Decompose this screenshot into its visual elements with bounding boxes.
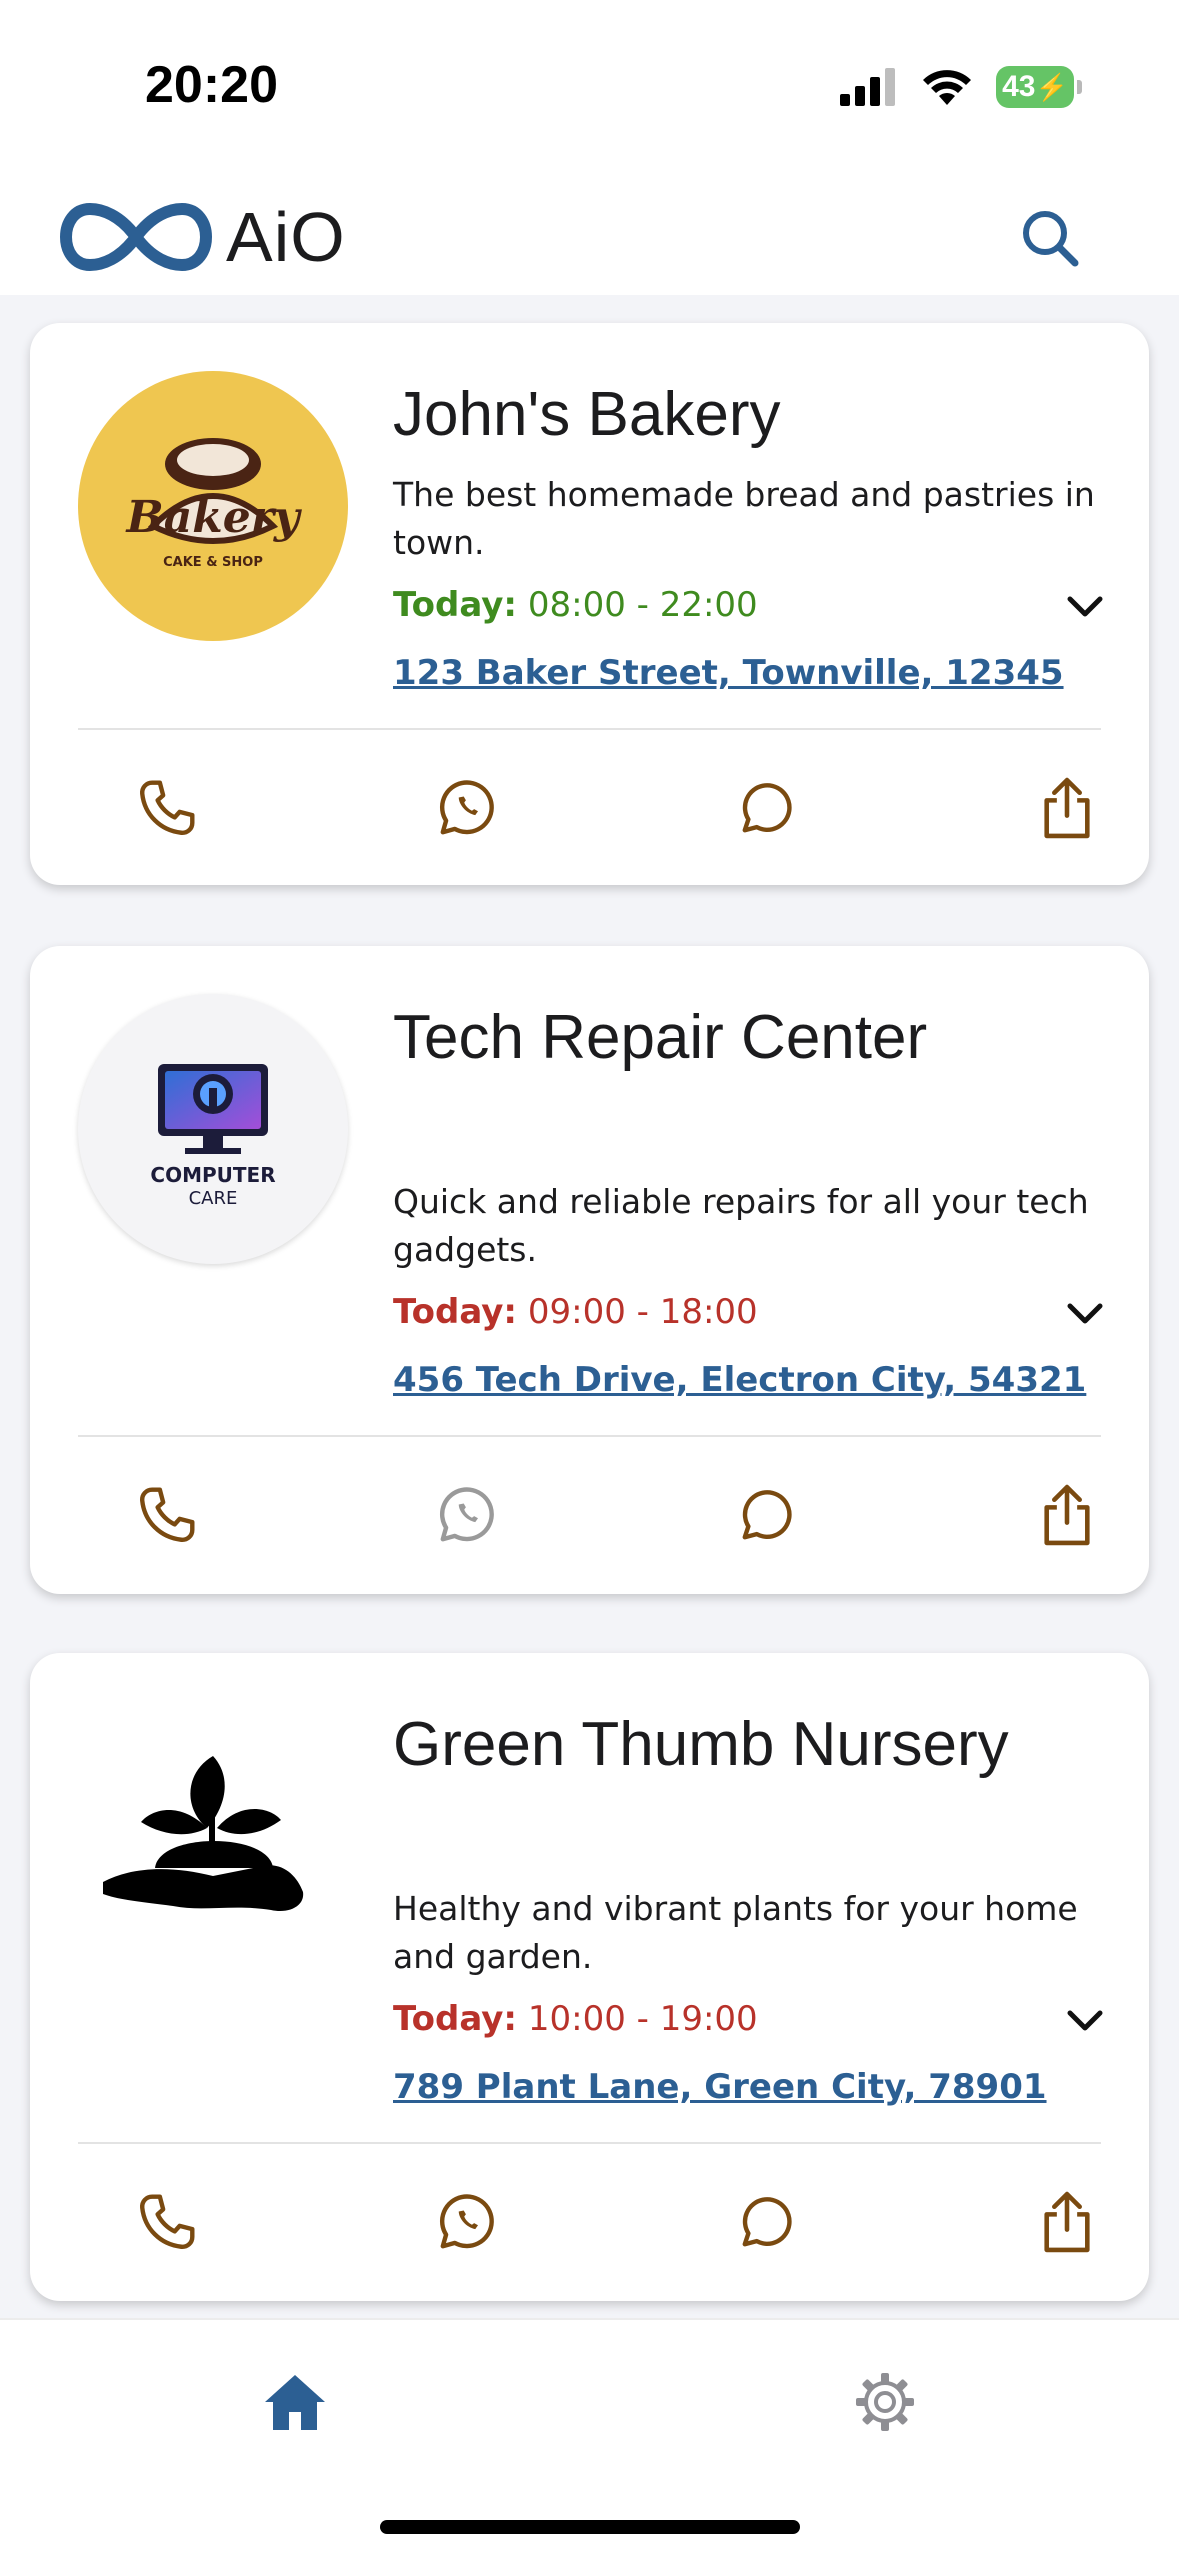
business-description: The best homemade bread and pastries in …: [393, 475, 1095, 562]
whatsapp-button-disabled: [422, 1470, 512, 1560]
phone-icon: [140, 780, 195, 835]
card-divider: [78, 2142, 1101, 2144]
whatsapp-icon: [440, 2194, 494, 2249]
hours-value: 10:00 - 19:00: [527, 1999, 758, 2039]
computer-care-logo-text: COMPUTER: [150, 1163, 275, 1187]
call-button[interactable]: [122, 1470, 212, 1560]
business-address-link[interactable]: 789 Plant Lane, Green City, 78901: [393, 2067, 1047, 2107]
share-button[interactable]: [1022, 2177, 1112, 2267]
whatsapp-button[interactable]: [422, 2177, 512, 2267]
whatsapp-button[interactable]: [422, 763, 512, 853]
share-icon: [1044, 777, 1090, 839]
hours-value: 08:00 - 22:00: [527, 585, 758, 625]
chevron-down-icon: [1067, 2010, 1103, 2031]
message-button[interactable]: [722, 763, 812, 853]
infinity-logo-icon: [60, 202, 212, 272]
signal-icon: [840, 68, 895, 106]
business-logo: [78, 1701, 348, 1971]
battery-indicator: 43 ⚡: [996, 66, 1082, 108]
card-actions: [30, 2177, 1149, 2267]
business-hours: Today: 10:00 - 19:00: [393, 1999, 758, 2039]
business-card[interactable]: Bakery CAKE & SHOP John's Bakery The bes…: [30, 323, 1149, 885]
business-logo: Bakery CAKE & SHOP: [78, 371, 348, 641]
home-indicator: [380, 2520, 800, 2534]
bakery-logo-icon: Bakery CAKE & SHOP: [125, 438, 303, 570]
search-icon: [1023, 211, 1079, 267]
card-divider: [78, 1435, 1101, 1437]
phone-icon: [140, 1487, 195, 1542]
hours-label: Today:: [393, 585, 518, 625]
hours-value: 09:00 - 18:00: [527, 1292, 758, 1332]
hours-label: Today:: [393, 1999, 518, 2039]
business-name: John's Bakery: [393, 380, 781, 449]
nav-settings-tab[interactable]: [845, 2362, 925, 2442]
computer-care-logo-subtext: CARE: [189, 1188, 238, 1209]
chat-icon: [742, 783, 792, 833]
business-name: Green Thumb Nursery: [393, 1710, 1009, 1779]
business-description: Healthy and vibrant plants for your home…: [393, 1889, 1078, 1976]
computer-care-logo-icon: COMPUTER CARE: [150, 1064, 276, 1209]
bakery-logo-subtext: CAKE & SHOP: [163, 555, 263, 570]
app-logo: AiO: [60, 197, 346, 277]
settings-gear-icon: [856, 2373, 914, 2431]
chevron-down-icon: [1067, 596, 1103, 617]
share-icon: [1044, 1484, 1090, 1546]
expand-hours-button[interactable]: [1060, 1294, 1110, 1334]
chat-icon: [742, 2197, 792, 2247]
hours-label: Today:: [393, 1292, 518, 1332]
business-address-link[interactable]: 456 Tech Drive, Electron City, 54321: [393, 1360, 1086, 1400]
status-icons: 43 ⚡: [840, 62, 1082, 112]
message-button[interactable]: [722, 2177, 812, 2267]
share-button[interactable]: [1022, 763, 1112, 853]
business-description: Quick and reliable repairs for all your …: [393, 1182, 1089, 1269]
home-icon: [265, 2375, 325, 2430]
chat-icon: [742, 1490, 792, 1540]
app-title: AiO: [226, 198, 346, 276]
whatsapp-icon: [440, 780, 494, 835]
card-actions: [30, 1470, 1149, 1560]
bottom-nav: [0, 2318, 1179, 2556]
phone-icon: [140, 2194, 195, 2249]
call-button[interactable]: [122, 763, 212, 853]
chevron-down-icon: [1067, 1303, 1103, 1324]
business-logo: COMPUTER CARE: [78, 994, 348, 1264]
whatsapp-icon: [440, 1487, 494, 1542]
business-card[interactable]: COMPUTER CARE Tech Repair Center Quick a…: [30, 946, 1149, 1594]
status-time: 20:20: [145, 56, 278, 114]
business-card[interactable]: Green Thumb Nursery Healthy and vibrant …: [30, 1653, 1149, 2301]
expand-hours-button[interactable]: [1060, 2001, 1110, 2041]
business-hours: Today: 08:00 - 22:00: [393, 585, 758, 625]
status-bar: 20:20 43 ⚡: [0, 0, 1179, 175]
call-button[interactable]: [122, 2177, 212, 2267]
message-button[interactable]: [722, 1470, 812, 1560]
wifi-icon: [923, 70, 971, 105]
app-header: AiO: [0, 175, 1179, 295]
plant-hand-icon: [103, 1756, 304, 1912]
business-name: Tech Repair Center: [393, 1003, 928, 1072]
share-icon: [1044, 2191, 1090, 2253]
business-address-link[interactable]: 123 Baker Street, Townville, 12345: [393, 653, 1064, 693]
card-divider: [78, 728, 1101, 730]
card-actions: [30, 763, 1149, 853]
bakery-logo-text: Bakery: [125, 492, 303, 543]
search-button[interactable]: [1015, 203, 1085, 273]
share-button[interactable]: [1022, 1470, 1112, 1560]
battery-level: 43: [1002, 70, 1036, 103]
nav-home-tab[interactable]: [255, 2362, 335, 2442]
business-hours: Today: 09:00 - 18:00: [393, 1292, 758, 1332]
expand-hours-button[interactable]: [1060, 587, 1110, 627]
